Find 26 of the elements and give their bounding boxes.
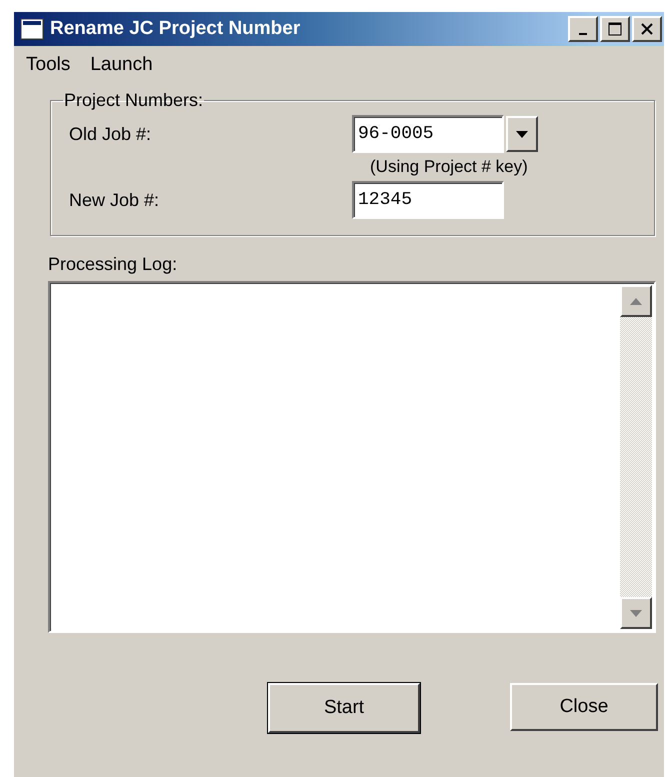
window-title: Rename JC Project Number	[50, 18, 302, 40]
input-field[interactable]: 96-0005	[352, 115, 504, 153]
button[interactable]: Close	[510, 683, 658, 731]
menu-item[interactable]: Launch	[90, 54, 153, 82]
up-arrow-icon	[630, 298, 642, 304]
log-label: Processing Log:	[48, 254, 178, 275]
default-button[interactable]: Start	[268, 683, 420, 733]
hint-text: (Using Project # key)	[370, 157, 529, 177]
down-arrow-icon	[630, 610, 642, 616]
menu-item[interactable]: Tools	[26, 54, 70, 82]
scrollbar[interactable]	[620, 285, 652, 629]
input-field[interactable]: 12345	[352, 181, 504, 219]
field-label: Old Job #:	[69, 124, 152, 144]
caret-icon	[516, 130, 528, 138]
scroll-down-button[interactable]	[620, 597, 652, 629]
close-icon	[640, 22, 654, 36]
field-label: New Job #:	[69, 190, 160, 210]
minimize-icon	[579, 33, 587, 35]
window-icon	[20, 18, 44, 40]
dropdown-button[interactable]	[506, 116, 538, 152]
minimize-button[interactable]	[568, 16, 598, 42]
maximize-icon	[608, 22, 622, 36]
close-button[interactable]	[632, 16, 662, 42]
maximize-button[interactable]	[600, 16, 630, 42]
scroll-up-button[interactable]	[620, 285, 652, 317]
group-title: Project Numbers:	[63, 90, 204, 111]
